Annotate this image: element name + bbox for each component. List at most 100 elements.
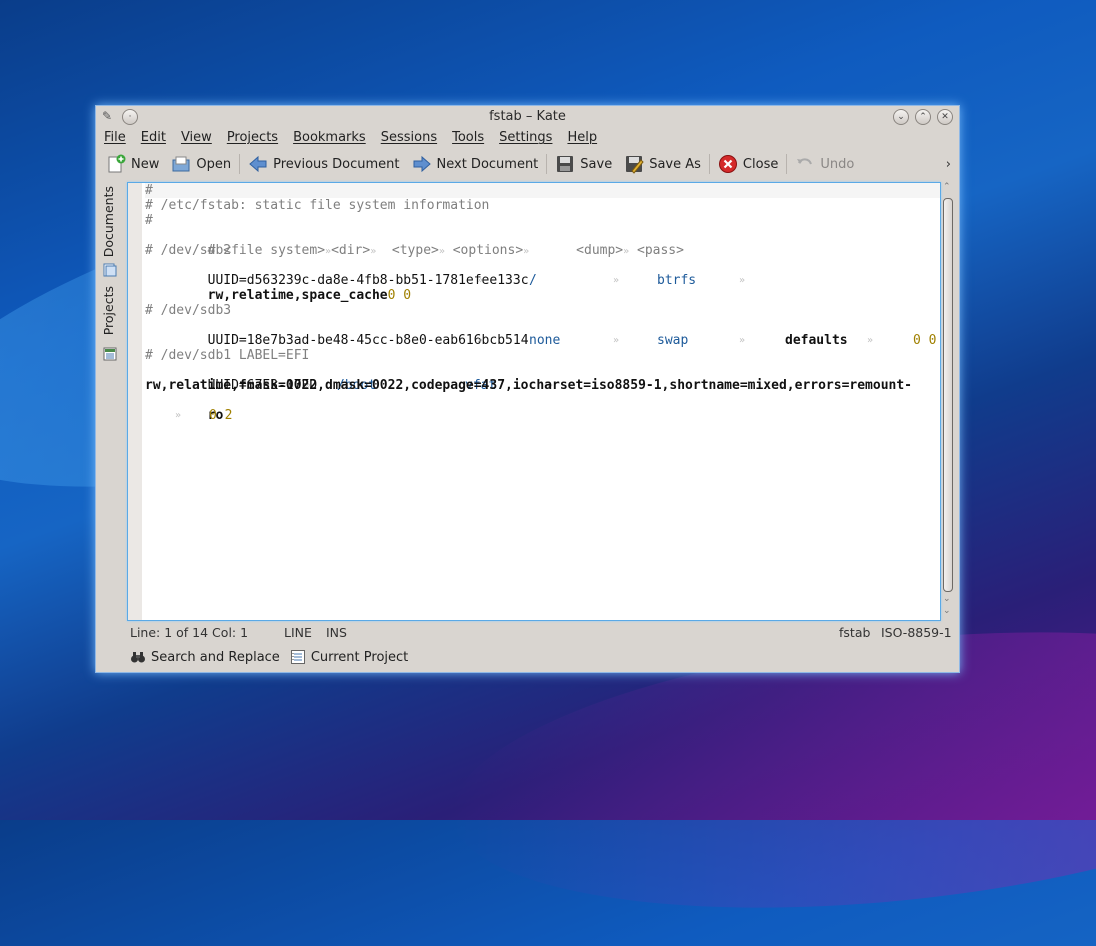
code-line: UUID=d563239c-da8e-4fb8-bb51-1781efee133… xyxy=(145,258,745,288)
scroll-down-icon[interactable]: ⌄ xyxy=(943,594,951,604)
code-line: # xyxy=(145,213,153,228)
open-button[interactable]: Open xyxy=(165,153,237,175)
save-as-label: Save As xyxy=(649,156,701,172)
current-line-highlight xyxy=(145,183,940,198)
menu-settings[interactable]: Settings xyxy=(499,130,552,150)
menu-bar: File Edit View Projects Bookmarks Sessio… xyxy=(96,130,612,150)
code-token: 0 0 xyxy=(913,333,937,348)
tab-marker: » xyxy=(867,335,874,346)
window-title: fstab – Kate xyxy=(489,109,566,124)
code-line: ro» 0 2 xyxy=(145,393,232,423)
editor-gutter[interactable] xyxy=(128,183,142,620)
left-sidebar: Documents Projects xyxy=(99,182,123,622)
menu-tools[interactable]: Tools xyxy=(452,130,484,150)
code-line: # xyxy=(145,183,153,198)
toolbar-overflow-chevron-icon[interactable]: › xyxy=(946,157,955,172)
search-and-replace-button[interactable]: Search and Replace xyxy=(130,649,280,665)
code-line: # /dev/sdb1 LABEL=EFI xyxy=(145,348,310,363)
project-list-icon xyxy=(290,649,306,665)
code-token: / xyxy=(529,273,537,288)
file-type[interactable]: fstab xyxy=(839,625,870,640)
code-token: none xyxy=(529,333,561,348)
save-disk-icon xyxy=(555,154,575,174)
code-token: btrfs xyxy=(657,273,697,288)
projects-icon xyxy=(103,346,117,361)
file-encoding[interactable]: ISO-8859-1 xyxy=(881,625,952,640)
save-button[interactable]: Save xyxy=(549,153,618,175)
code-token: 0 2 xyxy=(209,408,233,423)
title-bar[interactable]: ✎ · fstab – Kate ⌄ ⌃ ✕ xyxy=(96,106,959,128)
code-token: <options> xyxy=(452,243,524,258)
arrow-left-icon xyxy=(248,154,268,174)
code-token: <dir> xyxy=(331,243,371,258)
code-line: UUID=18e7b3ad-be48-45cc-b8e0-eab616bcb51… xyxy=(145,318,937,348)
scroll-up-icon[interactable]: ⌃ xyxy=(943,182,951,192)
next-document-button[interactable]: Next Document xyxy=(406,153,545,175)
menu-bookmarks[interactable]: Bookmarks xyxy=(293,130,366,150)
tab-marker: » xyxy=(613,275,620,286)
vertical-scrollbar[interactable]: ⌃ ⌄ ⌄ xyxy=(941,182,955,619)
close-label: Close xyxy=(742,156,779,172)
close-document-button[interactable]: Close xyxy=(712,153,784,175)
code-line: # /etc/fstab: static file system informa… xyxy=(145,198,490,213)
tab-marker: » xyxy=(739,335,746,346)
save-as-button[interactable]: Save As xyxy=(618,153,707,175)
maximize-button[interactable]: ⌃ xyxy=(915,109,931,125)
toolbar-separator xyxy=(239,154,241,174)
code-token: swap xyxy=(657,333,689,348)
documents-icon xyxy=(103,262,117,277)
code-line: # /dev/sdb2 xyxy=(145,243,232,258)
save-as-icon xyxy=(624,154,644,174)
close-circle-icon xyxy=(718,154,738,174)
cursor-position[interactable]: Line: 1 of 14 Col: 1 xyxy=(130,625,248,640)
status-bar: Line: 1 of 14 Col: 1 LINE INS fstab ISO-… xyxy=(130,624,956,642)
code-line: # <file system>»<dir>» <type>» <options>… xyxy=(145,228,684,258)
sidebar-tab-documents[interactable]: Documents xyxy=(101,186,116,257)
selection-mode[interactable]: LINE xyxy=(284,625,312,640)
open-label: Open xyxy=(196,156,232,172)
code-token: 0 0 xyxy=(387,288,412,303)
tab-marker: » xyxy=(739,275,746,286)
open-folder-icon xyxy=(171,154,191,174)
search-and-replace-label: Search and Replace xyxy=(151,649,280,665)
tab-marker: » xyxy=(477,275,484,286)
scrollbar-thumb[interactable] xyxy=(943,198,953,592)
minimize-button[interactable]: ⌄ xyxy=(893,109,909,125)
menu-sessions[interactable]: Sessions xyxy=(381,130,437,150)
code-token: defaults xyxy=(785,333,848,348)
sidebar-tab-projects[interactable]: Projects xyxy=(101,286,116,335)
menu-edit[interactable]: Edit xyxy=(141,130,166,150)
next-label: Next Document xyxy=(436,156,539,172)
code-token: <dump> xyxy=(576,243,624,258)
undo-icon xyxy=(795,154,815,174)
tab-marker: » xyxy=(477,335,484,346)
code-line: # /dev/sdb3 xyxy=(145,303,232,318)
bottom-tool-bar: Search and Replace Current Project xyxy=(130,647,418,667)
menu-projects[interactable]: Projects xyxy=(227,130,278,150)
new-label: New xyxy=(131,156,160,172)
menu-help[interactable]: Help xyxy=(567,130,597,150)
text-editor[interactable]: # # /etc/fstab: static file system infor… xyxy=(127,182,941,621)
toolbar-separator xyxy=(546,154,548,174)
menu-file[interactable]: File xyxy=(104,130,126,150)
kate-window: ✎ · fstab – Kate ⌄ ⌃ ✕ File Edit View Pr… xyxy=(95,105,960,673)
toolbar-separator xyxy=(708,154,710,174)
scroll-down-icon[interactable]: ⌄ xyxy=(943,606,951,616)
code-line: rw,relatime,space_cache0 0 xyxy=(145,273,412,303)
close-window-button[interactable]: ✕ xyxy=(937,109,953,125)
code-token: rw,relatime,space_cache xyxy=(207,288,388,303)
previous-document-button[interactable]: Previous Document xyxy=(242,153,405,175)
previous-label: Previous Document xyxy=(273,156,400,172)
main-toolbar: New Open Previous Document Next Document xyxy=(100,152,955,176)
code-token: <pass> xyxy=(637,243,684,258)
new-button[interactable]: New xyxy=(100,153,165,175)
undo-button[interactable]: Undo xyxy=(789,153,860,175)
current-project-button[interactable]: Current Project xyxy=(290,649,408,665)
menu-view[interactable]: View xyxy=(181,130,212,150)
insert-mode[interactable]: INS xyxy=(326,625,347,640)
current-project-label: Current Project xyxy=(310,649,409,665)
binoculars-icon xyxy=(130,649,146,665)
tab-marker: » xyxy=(175,410,182,421)
new-document-icon xyxy=(106,154,126,174)
code-line: UUID=67E3-17ED»/boot» vfat» xyxy=(145,363,553,393)
